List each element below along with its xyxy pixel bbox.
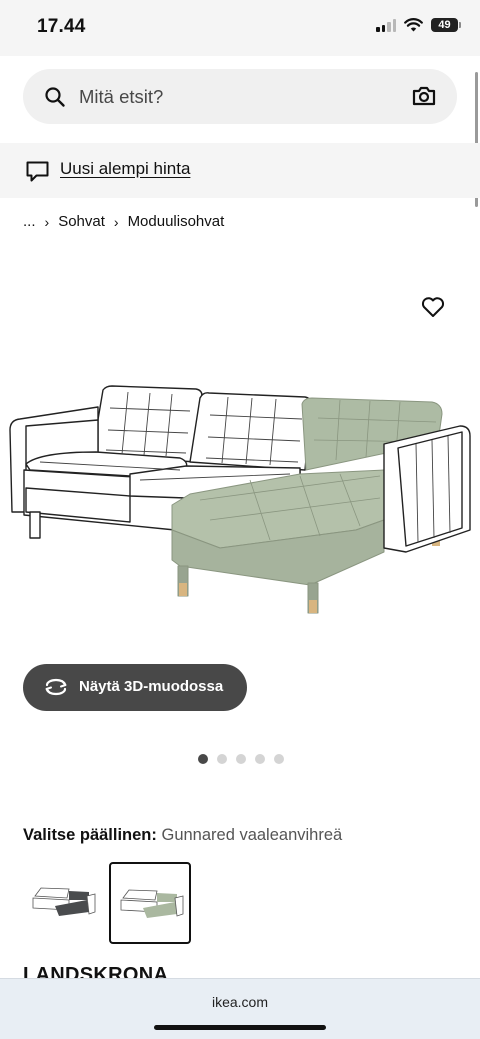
- status-time: 17.44: [37, 16, 86, 37]
- wifi-icon: [404, 18, 423, 32]
- promo-link[interactable]: Uusi alempi hinta: [60, 159, 190, 179]
- chevron-right-icon: ›: [113, 213, 119, 230]
- rotate-3d-icon: [45, 678, 67, 696]
- heart-icon[interactable]: [420, 294, 446, 320]
- product-image[interactable]: [0, 245, 480, 675]
- carousel-dot[interactable]: [198, 754, 208, 764]
- carousel-dots: [198, 754, 284, 764]
- breadcrumb-ellipsis[interactable]: ...: [23, 213, 36, 230]
- cover-value: Gunnared vaaleanvihreä: [161, 826, 343, 844]
- chevron-right-icon: ›: [44, 213, 50, 230]
- breadcrumb-item-sohvat[interactable]: Sohvat: [58, 213, 105, 230]
- status-icons: 49: [376, 18, 461, 32]
- url-text[interactable]: ikea.com: [0, 994, 480, 1010]
- camera-icon[interactable]: [411, 84, 437, 108]
- search-icon: [45, 87, 65, 107]
- cover-selection: Valitse päällinen: Gunnared vaaleanvihre…: [23, 826, 342, 845]
- status-bar: 17.44 49: [0, 0, 480, 56]
- home-indicator[interactable]: [154, 1025, 326, 1030]
- cover-label: Valitse päällinen:: [23, 826, 157, 844]
- carousel-dot[interactable]: [274, 754, 284, 764]
- view-3d-button[interactable]: Näytä 3D-muodossa: [23, 664, 247, 711]
- browser-url-bar[interactable]: ikea.com: [0, 978, 480, 1039]
- swatch-dark-grey[interactable]: [23, 862, 105, 944]
- breadcrumb-item-moduulisohvat[interactable]: Moduulisohvat: [128, 213, 225, 230]
- carousel-dot[interactable]: [236, 754, 246, 764]
- promo-banner[interactable]: Uusi alempi hinta: [0, 143, 480, 198]
- carousel-dot[interactable]: [255, 754, 265, 764]
- signal-icon: [376, 18, 396, 32]
- battery-icon: 49: [431, 18, 461, 32]
- swatch-light-green[interactable]: [109, 862, 191, 944]
- view-3d-label: Näytä 3D-muodossa: [79, 678, 224, 695]
- breadcrumb: ... › Sohvat › Moduulisohvat: [23, 213, 224, 230]
- search-bar[interactable]: Mitä etsit?: [23, 69, 457, 124]
- search-input[interactable]: Mitä etsit?: [79, 86, 163, 108]
- carousel-dot[interactable]: [217, 754, 227, 764]
- chat-icon: [26, 161, 49, 182]
